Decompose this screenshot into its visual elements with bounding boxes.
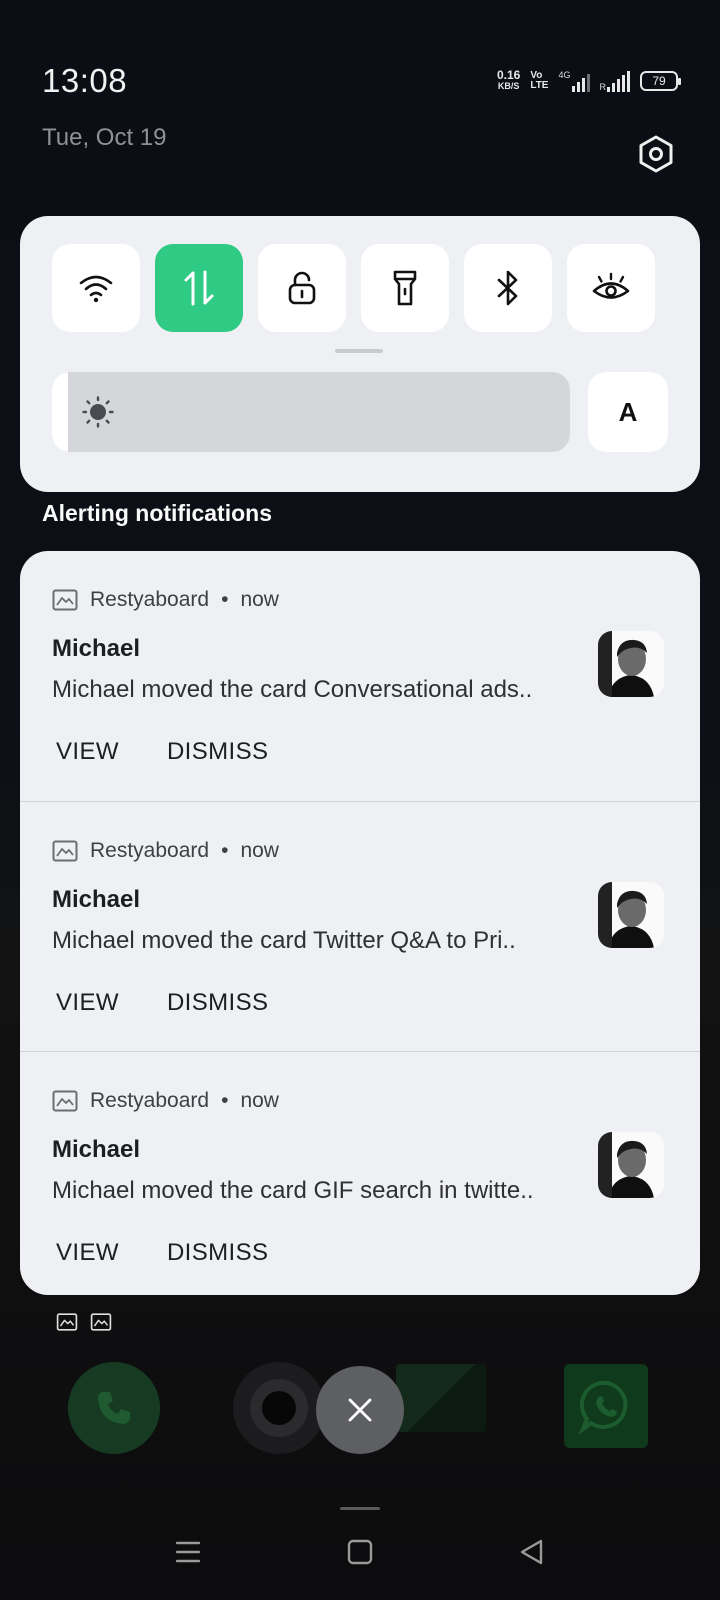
avatar [598,882,664,948]
app-image-icon [52,1090,78,1112]
notification-text: Michael moved the card Conversational ad… [52,676,533,703]
notification-time: now [240,839,279,862]
notification-title: Michael [52,1136,141,1163]
rotation-lock-toggle[interactable] [258,244,346,332]
brightness-fill [52,372,68,452]
notification-text: Michael moved the card Twitter Q&A to Pr… [52,927,516,954]
whatsapp-app-icon [564,1364,648,1448]
camera-app-icon [233,1362,325,1454]
collapsed-notification-icons[interactable] [56,1313,112,1331]
close-icon [348,1398,372,1422]
recents-button[interactable] [174,1538,202,1571]
app-image-icon [52,840,78,862]
volte-indicator: Vo LTE [530,71,548,91]
separator-dot: • [221,839,229,862]
bluetooth-toggle[interactable] [464,244,552,332]
notification-time: now [240,588,279,611]
quick-settings-panel: A [20,216,700,492]
notification-actions: VIEW DISMISS [56,1239,268,1267]
separator-dot: • [221,588,229,611]
flashlight-icon [393,270,417,306]
bluetooth-icon [497,270,518,306]
square-icon [347,1539,373,1565]
notification-card[interactable]: Restyaboard • now Michael Michael moved … [20,1051,700,1295]
view-button[interactable]: VIEW [56,738,119,766]
back-button[interactable] [518,1538,546,1571]
view-button[interactable]: VIEW [56,989,119,1017]
app-name: Restyaboard [90,1089,210,1112]
section-title: Alerting notifications [42,500,272,526]
notification-title: Michael [52,886,141,913]
view-button[interactable]: VIEW [56,1239,119,1267]
notification-title: Michael [52,635,141,662]
notification-actions: VIEW DISMISS [56,989,268,1017]
volte-bottom: LTE [530,80,549,91]
sim1-signal-icon: 4G [558,70,590,92]
status-icons: 0.16 KB/S Vo LTE 4G R 79 [496,68,681,92]
network-speed-unit: KB/S [497,81,520,91]
menu-icon [175,1541,201,1563]
notification-header: Restyaboard • now [52,588,279,612]
avatar [598,1132,664,1198]
notification-time: now [240,1089,279,1112]
app-name: Restyaboard [90,839,210,862]
app-name: Restyaboard [90,588,210,611]
battery-icon: 79 [640,71,681,91]
messages-app-icon [396,1364,486,1432]
app-image-icon [52,589,78,611]
dismiss-button[interactable]: DISMISS [167,1239,268,1267]
notification-card[interactable]: Restyaboard • now Michael Michael moved … [20,551,700,801]
clock: 13:08 [42,62,128,99]
settings-gear-icon[interactable] [634,132,678,176]
notification-header: Restyaboard • now [52,839,279,863]
phone-app-icon [68,1362,160,1454]
home-button[interactable] [346,1538,374,1571]
notification-text: Michael moved the card GIF search in twi… [52,1177,534,1204]
mobile-data-toggle[interactable] [155,244,243,332]
brightness-slider[interactable] [52,372,570,452]
auto-brightness-button[interactable]: A [588,372,668,452]
separator-dot: • [221,1089,229,1112]
roaming-indicator: R [599,82,607,92]
back-triangle-icon [520,1539,543,1565]
mobile-data-icon [184,270,214,306]
network-speed: 0.16 KB/S [496,68,521,92]
wifi-icon [79,275,113,303]
eye-comfort-toggle[interactable] [567,244,655,332]
dismiss-button[interactable]: DISMISS [167,738,268,766]
clear-all-button[interactable] [316,1366,404,1454]
brightness-sun-icon [82,396,114,428]
app-image-icon [56,1313,78,1331]
notification-actions: VIEW DISMISS [56,738,268,766]
flashlight-toggle[interactable] [361,244,449,332]
notification-card[interactable]: Restyaboard • now Michael Michael moved … [20,801,700,1051]
rotation-lock-icon [288,271,316,305]
date: Tue, Oct 19 [42,124,167,151]
dismiss-button[interactable]: DISMISS [167,989,268,1017]
avatar [598,631,664,697]
gesture-handle[interactable] [340,1507,380,1510]
app-image-icon [90,1313,112,1331]
wifi-toggle[interactable] [52,244,140,332]
panel-drag-handle[interactable] [335,349,383,353]
notification-header: Restyaboard • now [52,1089,279,1113]
network-type: 4G [558,70,571,80]
eye-comfort-icon [592,272,630,299]
sim2-signal-icon: R [599,70,630,92]
network-speed-value: 0.16 [496,68,521,82]
notifications-panel: Restyaboard • now Michael Michael moved … [20,551,700,1295]
